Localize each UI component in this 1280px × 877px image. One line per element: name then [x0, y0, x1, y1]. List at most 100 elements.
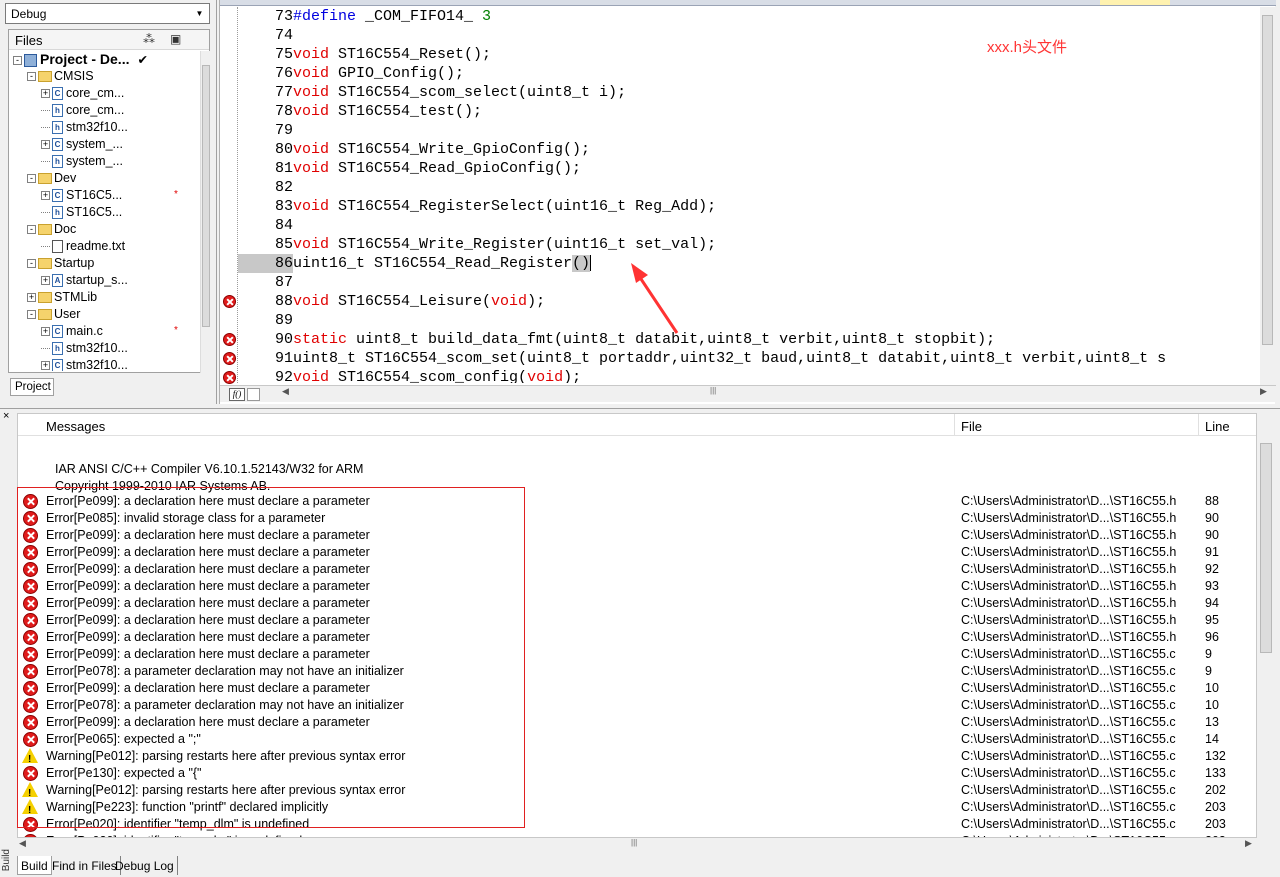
tree-file[interactable]: + Cstm32f10... — [41, 357, 128, 371]
tree-file[interactable]: + Astartup_s... — [41, 272, 128, 289]
tree-file[interactable]: + Ccore_cm... — [41, 85, 124, 102]
expand-icon[interactable]: + — [41, 191, 50, 201]
error-row[interactable]: Error[Pe065]: expected a ";" C:\Users\Adm… — [18, 731, 1256, 748]
code-line[interactable]: 76void GPIO_Config(); — [238, 64, 1263, 83]
tree-folder[interactable]: - CMSIS — [27, 68, 94, 85]
code-text-area[interactable]: 73#define _COM_FIFO14_ 3 74 75void ST16C55… — [238, 7, 1263, 383]
error-row[interactable]: Error[Pe099]: a declaration here must de… — [18, 595, 1256, 612]
scrollbar-thumb[interactable] — [1260, 443, 1272, 653]
collapse-icon[interactable]: - — [27, 174, 36, 184]
scroll-grip-icon[interactable]: ||| — [631, 838, 637, 847]
error-row[interactable]: Error[Pe099]: a declaration here must de… — [18, 612, 1256, 629]
code-line[interactable]: 82 — [238, 178, 1263, 197]
error-row[interactable]: Error[Pe099]: a declaration here must de… — [18, 714, 1256, 731]
error-row[interactable]: Error[Pe078]: a parameter declaration ma… — [18, 663, 1256, 680]
project-config-icon[interactable]: ▣ — [170, 32, 181, 46]
code-line[interactable]: 90static uint8_t build_data_fmt(uint8_t … — [238, 330, 1263, 349]
messages-column-header[interactable]: Messages — [46, 419, 105, 434]
warning-row[interactable]: Warning[Pe012]: parsing restarts here af… — [18, 748, 1256, 768]
code-line[interactable]: 78void ST16C554_test(); — [238, 102, 1263, 121]
editor-vertical-scrollbar[interactable] — [1260, 7, 1275, 385]
error-row[interactable]: Error[Pe099]: a declaration here must de… — [18, 544, 1256, 561]
error-marker-icon[interactable] — [223, 371, 236, 384]
collapse-icon[interactable]: - — [13, 56, 22, 66]
split-button[interactable] — [247, 388, 260, 401]
expand-icon[interactable]: + — [41, 276, 50, 286]
tree-file[interactable]: h stm32f10... — [41, 340, 128, 357]
scroll-right-icon[interactable]: ▶ — [1245, 838, 1252, 849]
tree-folder[interactable]: - Dev — [27, 170, 76, 187]
collapse-icon[interactable]: - — [27, 72, 36, 82]
tree-folder[interactable]: + STMLib — [27, 289, 97, 306]
error-marker-icon[interactable] — [223, 333, 236, 346]
tree-vertical-scrollbar[interactable] — [200, 51, 210, 373]
code-line[interactable]: 79 — [238, 121, 1263, 140]
error-marker-icon[interactable] — [223, 295, 236, 308]
collapse-icon[interactable]: - — [27, 225, 36, 235]
function-navigator-icon[interactable]: f() — [229, 388, 245, 401]
editor-horizontal-scrollbar[interactable] — [282, 388, 1268, 400]
tree-file[interactable]: h stm32f10... — [41, 119, 128, 136]
configuration-select[interactable]: Debug ▼ — [5, 3, 210, 24]
code-line[interactable]: 80void ST16C554_Write_GpioConfig(); — [238, 140, 1263, 159]
scroll-right-icon[interactable]: ▶ — [1260, 386, 1267, 397]
column-divider[interactable] — [1198, 414, 1199, 436]
code-line[interactable]: 88void ST16C554_Leisure(void); — [238, 292, 1263, 311]
file-column-header[interactable]: File — [961, 419, 982, 434]
error-row[interactable]: Error[Pe078]: a parameter declaration ma… — [18, 697, 1256, 714]
column-divider[interactable] — [954, 414, 955, 436]
code-line[interactable]: 75void ST16C554_Reset(); — [238, 45, 1263, 64]
expand-icon[interactable]: + — [41, 89, 50, 99]
warning-row[interactable]: Warning[Pe223]: function "printf" declar… — [18, 799, 1256, 819]
error-row[interactable]: Error[Pe099]: a declaration here must de… — [18, 527, 1256, 544]
error-row[interactable]: Error[Pe020]: identifier "temp_dlm" is u… — [18, 816, 1256, 833]
error-row[interactable]: Error[Pe099]: a declaration here must de… — [18, 493, 1256, 510]
tab-find-in-files[interactable]: Find in Files — [49, 856, 121, 875]
scroll-left-icon[interactable]: ◀ — [282, 386, 289, 397]
tab-project[interactable]: Project — [10, 378, 54, 396]
error-row[interactable]: Error[Pe130]: expected a "{" C:\Users\Adm… — [18, 765, 1256, 782]
editor-tab-strip[interactable] — [220, 0, 1276, 6]
active-editor-tab[interactable] — [1100, 0, 1170, 5]
tree-project[interactable]: - Project - De... ✔ — [13, 51, 148, 68]
messages-list[interactable]: Messages File Line IAR ANSI C/C++ Compil… — [17, 413, 1257, 838]
error-row[interactable]: Error[Pe099]: a declaration here must de… — [18, 680, 1256, 697]
tree-folder[interactable]: - Startup — [27, 255, 94, 272]
messages-vertical-scrollbar[interactable] — [1258, 413, 1274, 838]
tree-file[interactable]: + Csystem_... — [41, 136, 123, 153]
code-line[interactable]: 74 — [238, 26, 1263, 45]
tree-folder[interactable]: - User — [27, 306, 80, 323]
expand-icon[interactable]: + — [41, 140, 50, 150]
chevron-down-icon[interactable]: ▼ — [192, 6, 207, 21]
collapse-icon[interactable]: - — [27, 259, 36, 269]
warning-row[interactable]: Warning[Pe012]: parsing restarts here af… — [18, 782, 1256, 802]
tree-file[interactable]: + C ST16C5... — [41, 187, 122, 204]
code-line[interactable]: 84 — [238, 216, 1263, 235]
options-icon[interactable]: ⁂ — [143, 32, 155, 46]
scroll-grip-icon[interactable]: ||| — [710, 386, 716, 395]
close-icon[interactable]: × — [3, 410, 9, 422]
code-line[interactable]: 81void ST16C554_Read_GpioConfig(); — [238, 159, 1263, 178]
code-line[interactable]: 73#define _COM_FIFO14_ 3 — [238, 7, 1263, 26]
tree-file[interactable]: readme.txt — [41, 238, 125, 255]
tree-file[interactable]: h system_... — [41, 153, 123, 170]
error-marker-icon[interactable] — [223, 352, 236, 365]
messages-horizontal-scrollbar[interactable]: ◀ ||| ▶ — [17, 838, 1257, 853]
editor-gutter[interactable] — [220, 7, 238, 384]
code-line[interactable]: 92void ST16C554_scom_config(void); — [238, 368, 1263, 383]
tab-debug-log[interactable]: Debug Log — [112, 856, 178, 875]
expand-icon[interactable]: + — [41, 327, 50, 337]
expand-icon[interactable]: + — [41, 361, 50, 371]
code-line[interactable]: 89 — [238, 311, 1263, 330]
code-line[interactable]: 86uint16_t ST16C554_Read_Register() — [238, 254, 1263, 273]
tree-file[interactable]: h ST16C5... — [41, 204, 122, 221]
tree-file[interactable]: + Cmain.c — [41, 323, 103, 340]
error-row[interactable]: Error[Pe099]: a declaration here must de… — [18, 629, 1256, 646]
error-row[interactable]: Error[Pe099]: a declaration here must de… — [18, 578, 1256, 595]
code-line[interactable]: 87 — [238, 273, 1263, 292]
tab-build[interactable]: Build — [17, 856, 52, 875]
scroll-left-icon[interactable]: ◀ — [19, 838, 26, 849]
error-row[interactable]: Error[Pe085]: invalid storage class for … — [18, 510, 1256, 527]
tree-folder[interactable]: - Doc — [27, 221, 76, 238]
collapse-icon[interactable]: - — [27, 310, 36, 320]
